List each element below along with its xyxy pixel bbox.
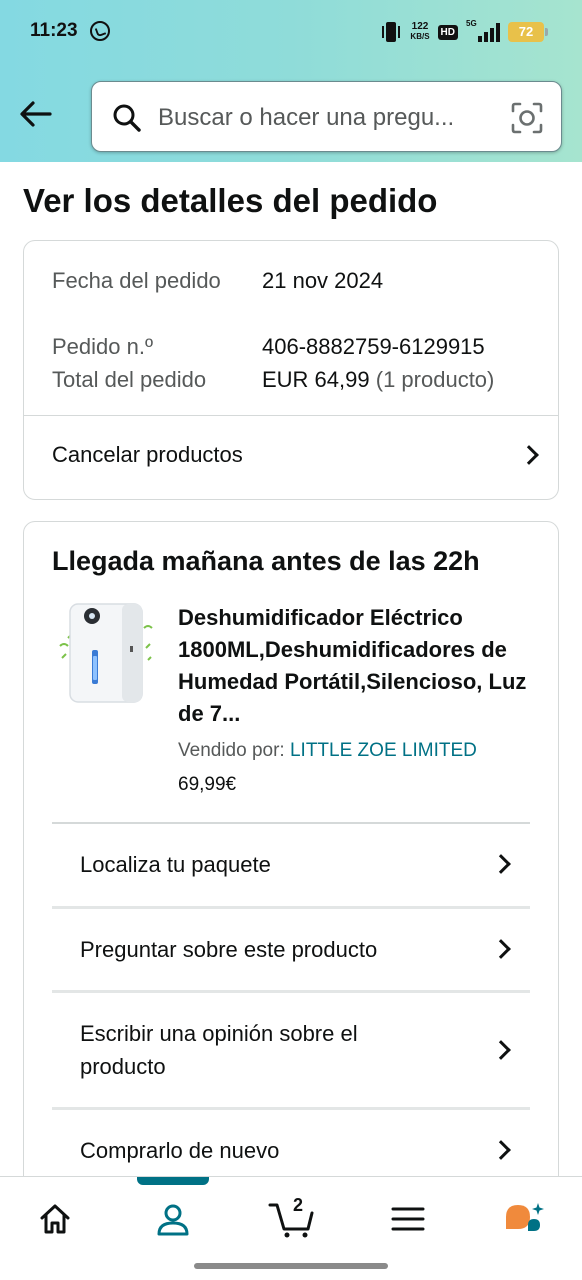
page-title: Ver los detalles del pedido xyxy=(23,182,438,219)
nav-home[interactable] xyxy=(25,1193,85,1245)
seller-link[interactable]: LITTLE ZOE LIMITED xyxy=(290,740,477,761)
cancel-products-link[interactable]: Cancelar productos xyxy=(24,415,558,495)
chevron-right-icon xyxy=(491,854,511,874)
signal-icon: 5G xyxy=(466,19,500,42)
cancel-products-label: Cancelar productos xyxy=(52,442,243,467)
order-number-label: Pedido n.º xyxy=(52,334,153,359)
signal-label: 5G xyxy=(466,19,477,28)
vibrate-icon xyxy=(382,22,401,42)
track-package-label: Localiza tu paquete xyxy=(80,851,271,877)
order-total-amount: EUR 64,99 xyxy=(262,367,370,392)
nav-menu[interactable] xyxy=(378,1193,438,1245)
back-arrow-icon[interactable] xyxy=(18,96,54,132)
product-image[interactable] xyxy=(56,598,156,708)
cart-count-badge: 2 xyxy=(293,1195,304,1215)
order-total-items: (1 producto) xyxy=(375,367,495,392)
battery-icon: 72 xyxy=(508,22,548,42)
ask-about-product-button[interactable]: Preguntar sobre este producto xyxy=(52,907,530,991)
status-time: 11:23 xyxy=(30,20,78,41)
bottom-nav: 2 xyxy=(0,1176,582,1280)
status-bar: 11:23 122 KB/S HD 5G 72 xyxy=(0,0,582,64)
write-review-button[interactable]: Escribir una opinión sobre el producto xyxy=(52,992,530,1108)
order-total-value: EUR 64,99 (1 producto) xyxy=(262,363,494,396)
status-indicators: 122 KB/S HD 5G 72 xyxy=(380,19,548,44)
active-tab-indicator xyxy=(137,1177,209,1185)
chevron-right-icon xyxy=(491,939,511,959)
network-speed: 122 KB/S xyxy=(410,22,429,42)
camera-lens-icon[interactable] xyxy=(510,101,544,135)
ask-about-product-label: Preguntar sobre este producto xyxy=(80,936,378,962)
search-bar[interactable] xyxy=(91,81,562,152)
home-icon xyxy=(40,1204,70,1234)
top-bar: 11:23 122 KB/S HD 5G 72 xyxy=(0,0,582,162)
arrival-heading: Llegada mañana antes de las 22h xyxy=(52,546,480,576)
nav-assistant[interactable] xyxy=(494,1193,554,1245)
nav-cart[interactable]: 2 xyxy=(262,1193,322,1245)
search-icon xyxy=(113,104,141,132)
shipment-card: Llegada mañana antes de las 22h Deshumid… xyxy=(23,521,559,1221)
network-speed-unit: KB/S xyxy=(410,32,430,41)
order-number-value: 406-8882759-6129915 xyxy=(262,334,485,359)
track-package-button[interactable]: Localiza tu paquete xyxy=(52,822,530,906)
order-summary-card: Fecha del pedido 21 nov 2024 Pedido n.º … xyxy=(23,240,559,500)
sold-by: Vendido por: LITTLE ZOE LIMITED xyxy=(178,740,477,762)
chevron-right-icon xyxy=(491,1140,511,1160)
hd-badge: HD xyxy=(437,24,458,40)
hamburger-menu-icon xyxy=(391,1207,425,1231)
buy-again-label: Comprarlo de nuevo xyxy=(80,1137,280,1163)
order-date-value: 21 nov 2024 xyxy=(262,268,384,293)
cart-icon xyxy=(268,1203,314,1238)
product-price: 69,99€ xyxy=(178,774,237,795)
network-speed-value: 122 xyxy=(411,21,429,32)
sold-by-label: Vendido por: xyxy=(178,740,285,761)
product-title[interactable]: Deshumidificador Eléctrico 1800ML,Deshum… xyxy=(178,602,530,730)
rufus-assistant-icon xyxy=(506,1203,544,1231)
home-indicator[interactable] xyxy=(194,1263,388,1269)
chevron-right-icon xyxy=(491,1040,511,1060)
chevron-right-icon xyxy=(519,445,539,465)
search-input[interactable] xyxy=(158,100,498,136)
write-review-label: Escribir una opinión sobre el producto xyxy=(80,1021,358,1079)
order-total-label: Total del pedido xyxy=(52,367,207,392)
whatsapp-icon xyxy=(90,21,110,41)
nav-account[interactable] xyxy=(143,1193,203,1245)
user-icon xyxy=(157,1204,189,1236)
order-date-label: Fecha del pedido xyxy=(52,268,221,293)
